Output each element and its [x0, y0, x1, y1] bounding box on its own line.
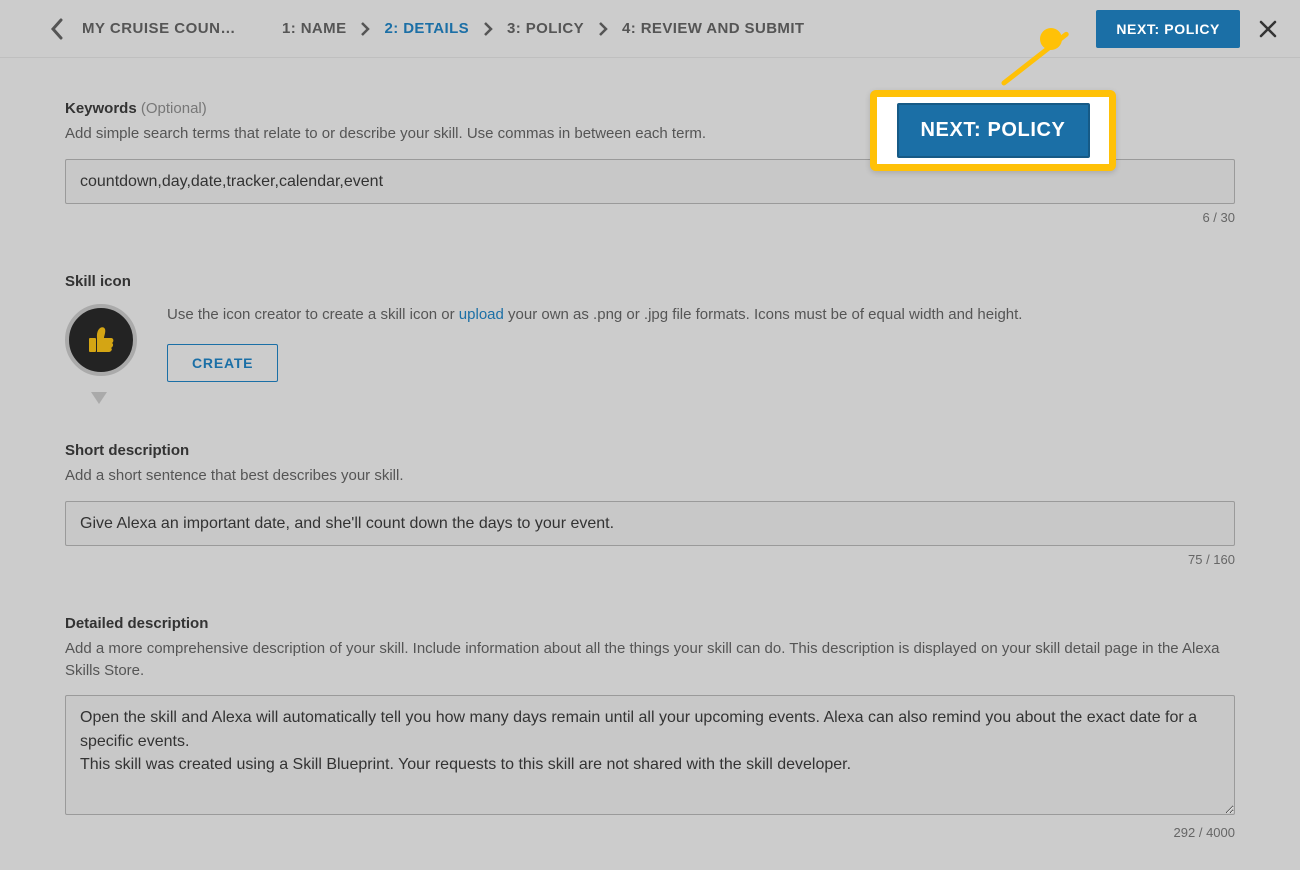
top-bar: MY CRUISE COUN… 1: NAME 2: DETAILS 3: PO… [0, 0, 1300, 58]
detailed-description-section: Detailed description Add a more comprehe… [65, 615, 1235, 841]
short-desc-input[interactable] [65, 501, 1235, 546]
detailed-desc-counter: 292 / 4000 [65, 825, 1235, 840]
next-policy-button[interactable]: NEXT: POLICY [1096, 10, 1240, 48]
skill-icon-label: Skill icon [65, 273, 131, 290]
short-desc-counter: 75 / 160 [65, 552, 1235, 567]
skill-icon-help: Use the icon creator to create a skill i… [167, 304, 1235, 326]
step-review[interactable]: 4: REVIEW AND SUBMIT [622, 20, 804, 37]
callout-next-policy-button[interactable]: NEXT: POLICY [897, 103, 1090, 158]
close-icon[interactable] [1258, 19, 1278, 39]
detailed-desc-help: Add a more comprehensive description of … [65, 638, 1235, 682]
keywords-counter: 6 / 30 [65, 210, 1235, 225]
short-desc-help: Add a short sentence that best describes… [65, 465, 1235, 487]
chevron-right-icon [360, 21, 370, 37]
step-details[interactable]: 2: DETAILS [384, 20, 469, 37]
keywords-optional: (Optional) [141, 100, 207, 117]
breadcrumb-title[interactable]: MY CRUISE COUN… [82, 20, 242, 37]
callout-highlight: NEXT: POLICY [870, 90, 1116, 171]
detailed-desc-textarea[interactable] [65, 695, 1235, 815]
upload-link[interactable]: upload [459, 306, 504, 323]
short-description-section: Short description Add a short sentence t… [65, 442, 1235, 567]
callout-dot-icon [1040, 28, 1062, 50]
create-icon-button[interactable]: CREATE [167, 344, 278, 382]
step-policy[interactable]: 3: POLICY [507, 20, 584, 37]
keywords-label: Keywords [65, 100, 137, 117]
skill-icon-preview[interactable] [65, 304, 145, 394]
wizard-steps: 1: NAME 2: DETAILS 3: POLICY 4: REVIEW A… [282, 20, 804, 37]
chevron-right-icon [598, 21, 608, 37]
thumbs-up-icon [81, 320, 121, 360]
short-desc-label: Short description [65, 442, 189, 459]
chevron-right-icon [483, 21, 493, 37]
back-chevron-icon[interactable] [50, 18, 64, 40]
form-content: Keywords (Optional) Add simple search te… [0, 58, 1300, 870]
detailed-desc-label: Detailed description [65, 615, 208, 632]
step-name[interactable]: 1: NAME [282, 20, 346, 37]
skill-icon-section: Skill icon Use the icon creator to creat… [65, 273, 1235, 394]
